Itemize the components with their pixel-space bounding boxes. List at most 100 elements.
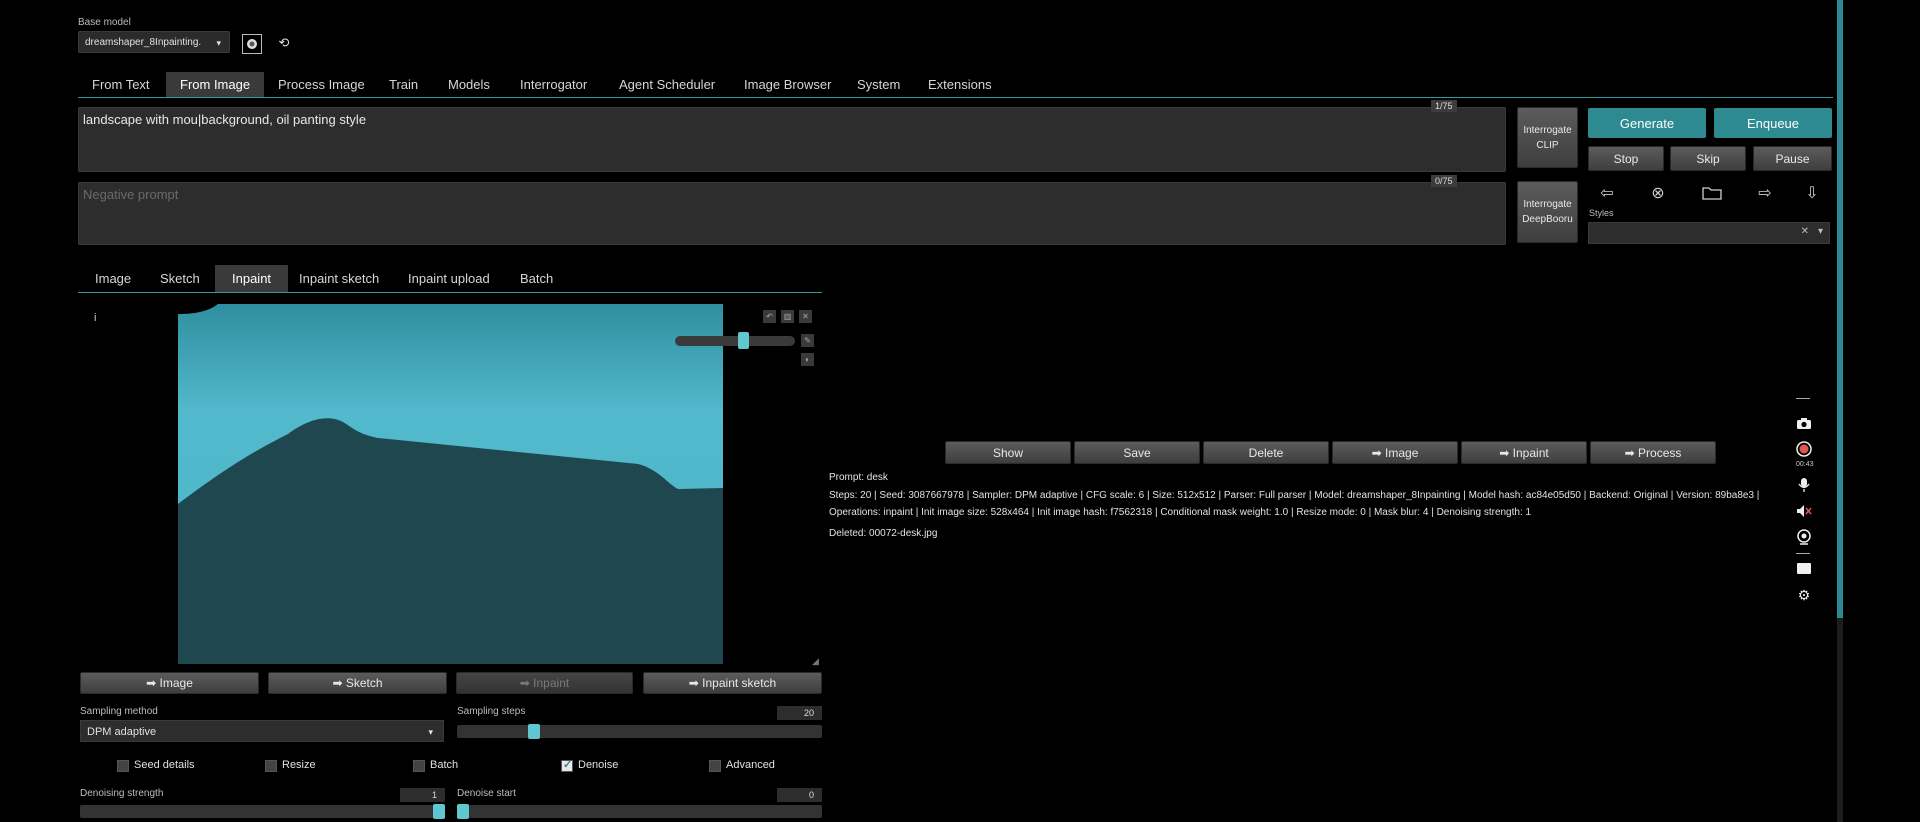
interrogate-clip-line1: Interrogate <box>1523 124 1572 136</box>
send-to-image-button[interactable]: ➡ Image <box>80 672 259 694</box>
tab-image-browser[interactable]: Image Browser <box>730 72 845 97</box>
prompt-token-counter: 1/75 <box>1431 100 1457 112</box>
save-button[interactable]: Save <box>1074 441 1200 464</box>
chevron-down-icon: ▾ <box>1817 226 1823 237</box>
tab-system[interactable]: System <box>843 72 914 97</box>
result-to-process-button[interactable]: ➡ Process <box>1590 441 1716 464</box>
brush-icon[interactable]: ✎ <box>801 334 814 347</box>
webcam-icon[interactable] <box>1793 526 1815 548</box>
brush-size-thumb[interactable] <box>738 332 749 349</box>
delete-button[interactable]: Delete <box>1203 441 1329 464</box>
image-mode-tab-bar: Image Sketch Inpaint Inpaint sketch Inpa… <box>78 265 822 293</box>
tab-interrogator[interactable]: Interrogator <box>506 72 601 97</box>
image-icon[interactable] <box>242 34 262 54</box>
arrow-right-icon[interactable]: ⇨ <box>1753 182 1777 204</box>
interrogate-deepbooru-button[interactable]: Interrogate DeepBooru <box>1517 181 1578 243</box>
batch-checkbox[interactable] <box>413 760 425 772</box>
denoise-start-value[interactable]: 0 <box>777 788 822 802</box>
close-icon[interactable]: ✕ <box>1801 226 1809 237</box>
tab-extensions[interactable]: Extensions <box>914 72 1006 97</box>
subtab-inpaint-sketch[interactable]: Inpaint sketch <box>282 265 396 292</box>
interrogate-deepbooru-line2: DeepBooru <box>1522 214 1573 225</box>
sampling-steps-label: Sampling steps <box>457 706 526 717</box>
send-to-inpaint-sketch-button[interactable]: ➡ Inpaint sketch <box>643 672 822 694</box>
denoise-start-label: Denoise start <box>457 788 516 799</box>
denoise-checkbox[interactable] <box>561 758 573 772</box>
microphone-icon[interactable] <box>1793 474 1815 496</box>
arrow-left-icon[interactable]: ⇦ <box>1595 182 1619 204</box>
tab-models[interactable]: Models <box>434 72 504 97</box>
sampling-method-select[interactable]: DPM adaptive ▾ <box>80 720 444 742</box>
toolbar-handle[interactable] <box>1796 398 1810 405</box>
negative-prompt-input[interactable]: Negative prompt <box>78 182 1506 245</box>
prompt-input[interactable]: landscape with mou|background, oil panti… <box>78 107 1506 172</box>
sampling-method-label: Sampling method <box>80 706 158 717</box>
seed-details-checkbox[interactable] <box>117 760 129 772</box>
denoising-strength-thumb[interactable] <box>433 804 445 819</box>
trash-icon[interactable]: ▥ <box>781 310 794 323</box>
denoise-start-slider[interactable] <box>457 804 822 819</box>
resize-handle-icon[interactable]: ◢ <box>812 656 819 667</box>
inpaint-image[interactable] <box>178 304 723 664</box>
advanced-checkbox[interactable] <box>709 760 721 772</box>
batch-label: Batch <box>430 759 459 771</box>
camera-icon[interactable] <box>1793 412 1815 434</box>
result-to-image-button[interactable]: ➡ Image <box>1332 441 1458 464</box>
arrow-down-icon[interactable]: ⇩ <box>1800 182 1824 204</box>
gear-icon[interactable]: ⚙ <box>1793 584 1815 606</box>
denoising-strength-value[interactable]: 1 <box>400 788 445 802</box>
info-icon: i <box>94 312 97 324</box>
denoising-strength-slider[interactable] <box>80 804 445 819</box>
denoise-label: Denoise <box>578 759 619 771</box>
folder-icon[interactable] <box>1700 182 1724 204</box>
advanced-label: Advanced <box>726 759 775 771</box>
negative-prompt-token-counter: 0/75 <box>1431 175 1457 187</box>
result-deleted: Deleted: 00072-desk.jpg <box>829 528 938 539</box>
generate-button[interactable]: Generate <box>1588 108 1706 138</box>
refresh-icon[interactable]: ⟲ <box>274 33 294 53</box>
skip-button[interactable]: Skip <box>1670 146 1746 171</box>
result-prompt: Prompt: desk <box>829 472 888 483</box>
base-model-select[interactable]: dreamshaper_8Inpainting. ▾ <box>78 31 230 53</box>
resize-checkbox[interactable] <box>265 760 277 772</box>
resize-label: Resize <box>282 759 316 771</box>
close-icon[interactable]: ✕ <box>799 310 812 323</box>
base-model-label: Base model <box>78 17 131 28</box>
tab-from-text[interactable]: From Text <box>78 72 164 97</box>
color-icon[interactable]: ◐ <box>801 353 814 366</box>
tab-process-image[interactable]: Process Image <box>264 72 379 97</box>
tab-train[interactable]: Train <box>375 72 432 97</box>
result-to-inpaint-button[interactable]: ➡ Inpaint <box>1461 441 1587 464</box>
show-button[interactable]: Show <box>945 441 1071 464</box>
sampling-steps-value[interactable]: 20 <box>777 706 822 720</box>
send-to-inpaint-button[interactable]: ➡ Inpaint <box>456 672 633 694</box>
subtab-batch[interactable]: Batch <box>503 265 570 292</box>
pause-button[interactable]: Pause <box>1753 146 1832 171</box>
subtab-image[interactable]: Image <box>78 265 148 292</box>
interrogate-clip-button[interactable]: Interrogate CLIP <box>1517 107 1578 168</box>
tab-from-image[interactable]: From Image <box>166 72 265 97</box>
record-icon[interactable] <box>1793 438 1815 460</box>
undo-icon[interactable]: ↶ <box>763 310 776 323</box>
interrogate-deepbooru-line1: Interrogate <box>1523 199 1572 210</box>
brush-size-slider[interactable] <box>675 332 795 349</box>
scrollbar-thumb[interactable] <box>1837 0 1843 618</box>
subtab-sketch[interactable]: Sketch <box>143 265 217 292</box>
stop-button[interactable]: Stop <box>1588 146 1664 171</box>
prompt-text: landscape with mou|background, oil panti… <box>83 112 367 127</box>
tab-agent-scheduler[interactable]: Agent Scheduler <box>605 72 729 97</box>
interrogate-clip-line2: CLIP <box>1536 139 1559 151</box>
sampling-steps-slider[interactable] <box>457 724 822 739</box>
styles-select[interactable]: ✕ ▾ <box>1588 222 1830 244</box>
styles-label: Styles <box>1589 208 1614 218</box>
send-to-sketch-button[interactable]: ➡ Sketch <box>268 672 447 694</box>
speaker-mute-icon[interactable] <box>1793 500 1815 522</box>
subtab-inpaint-upload[interactable]: Inpaint upload <box>391 265 507 292</box>
enqueue-button[interactable]: Enqueue <box>1714 108 1832 138</box>
clear-icon[interactable]: ⊗ <box>1646 182 1670 204</box>
scrollbar-track[interactable] <box>1837 618 1843 822</box>
sampling-steps-thumb[interactable] <box>528 724 540 739</box>
screen-icon[interactable] <box>1793 558 1815 580</box>
subtab-inpaint[interactable]: Inpaint <box>215 265 289 292</box>
denoise-start-thumb[interactable] <box>457 804 469 819</box>
